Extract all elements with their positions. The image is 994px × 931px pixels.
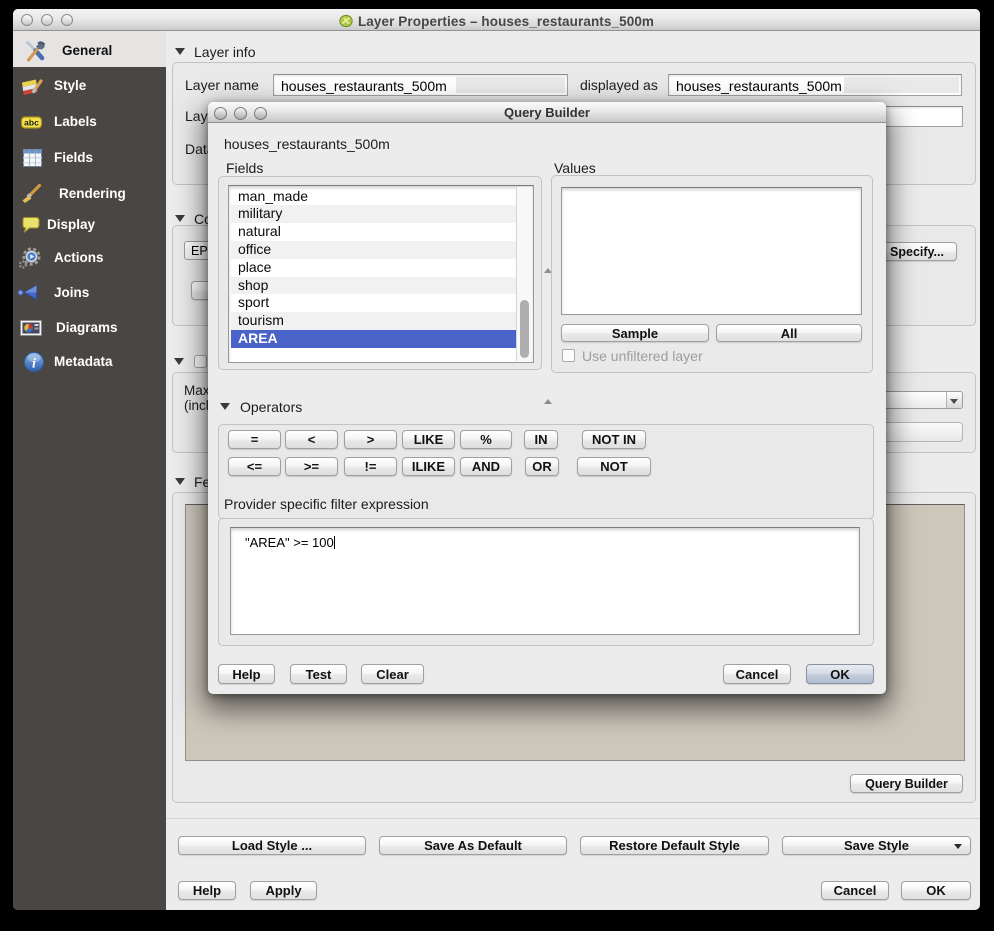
svg-text:abc: abc bbox=[24, 118, 39, 128]
svg-text:i: i bbox=[32, 357, 36, 372]
